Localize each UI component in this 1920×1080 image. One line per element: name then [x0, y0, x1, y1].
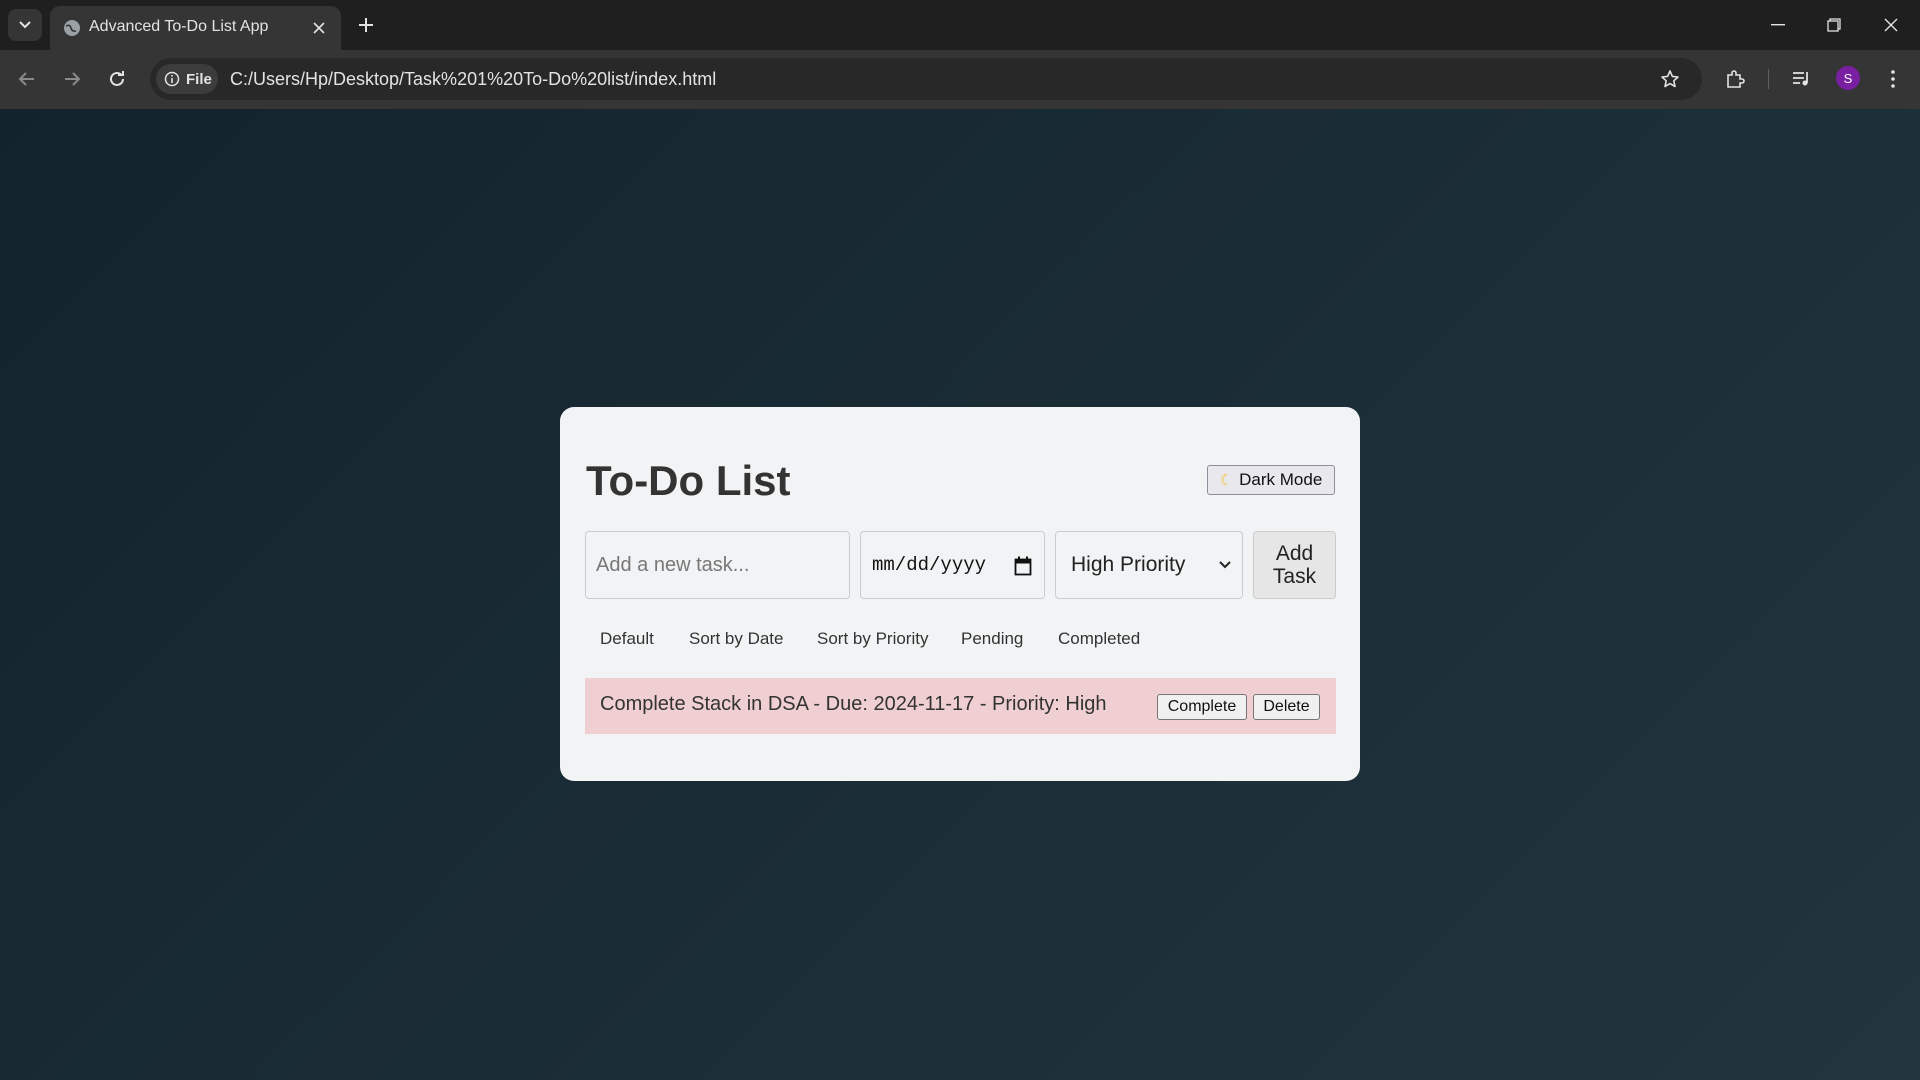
- back-button[interactable]: [10, 62, 44, 96]
- task-input-placeholder: Add a new task...: [596, 553, 750, 576]
- browser-menu-button[interactable]: [1876, 62, 1910, 96]
- close-icon: [313, 22, 325, 34]
- close-icon: [1884, 18, 1898, 32]
- complete-button[interactable]: Complete: [1157, 694, 1247, 720]
- todo-card: To-Do List ☾ Dark Mode Add a new task...…: [560, 407, 1360, 781]
- filter-completed[interactable]: Completed: [1058, 629, 1140, 649]
- profile-avatar[interactable]: S: [1836, 66, 1860, 90]
- close-window-button[interactable]: [1863, 0, 1919, 50]
- priority-selected-value: High Priority: [1071, 553, 1186, 576]
- task-input[interactable]: Add a new task...: [585, 531, 850, 599]
- chevron-down-icon: [19, 21, 31, 29]
- bookmark-button[interactable]: [1655, 64, 1685, 94]
- more-vertical-icon: [1891, 70, 1895, 88]
- restore-button[interactable]: [1806, 0, 1862, 50]
- task-item: Complete Stack in DSA - Due: 2024-11-17 …: [585, 678, 1336, 734]
- media-queue-icon: [1793, 72, 1808, 86]
- reload-button[interactable]: [100, 62, 134, 96]
- info-icon: [164, 71, 180, 87]
- address-bar[interactable]: File C:/Users/Hp/Desktop/Task%201%20To-D…: [150, 58, 1702, 100]
- browser-tab[interactable]: Advanced To-Do List App: [50, 6, 341, 50]
- toolbar-separator: [1768, 69, 1769, 89]
- globe-icon: [64, 20, 80, 36]
- add-task-button[interactable]: Add Task: [1253, 531, 1336, 599]
- extensions-button[interactable]: [1718, 62, 1752, 96]
- filter-pending[interactable]: Pending: [961, 629, 1023, 649]
- priority-select[interactable]: High Priority: [1055, 531, 1243, 599]
- tab-strip: Advanced To-Do List App: [0, 0, 1920, 50]
- browser-toolbar: File C:/Users/Hp/Desktop/Task%201%20To-D…: [0, 50, 1920, 109]
- app-title: To-Do List: [586, 457, 791, 504]
- media-controls-button[interactable]: [1784, 62, 1818, 96]
- complete-label: Complete: [1167, 698, 1237, 715]
- delete-button[interactable]: Delete: [1253, 694, 1320, 720]
- add-task-label: Add Task: [1272, 542, 1317, 588]
- tab-close-button[interactable]: [307, 16, 331, 40]
- filter-sort-by-date[interactable]: Sort by Date: [689, 629, 784, 649]
- arrow-right-icon: [65, 72, 81, 86]
- moon-icon: ☾: [1219, 472, 1234, 489]
- forward-button[interactable]: [55, 62, 89, 96]
- file-chip-label: File: [186, 70, 212, 88]
- date-placeholder: mm/dd/yyyy: [872, 554, 987, 576]
- tab-search-button[interactable]: [8, 9, 42, 41]
- page-viewport: To-Do List ☾ Dark Mode Add a new task...…: [0, 109, 1920, 1080]
- plus-icon: [359, 18, 373, 32]
- due-date-input[interactable]: mm/dd/yyyy: [860, 531, 1045, 599]
- minimize-icon: [1771, 24, 1785, 26]
- reload-icon: [110, 71, 124, 86]
- dark-mode-label: Dark Mode: [1239, 470, 1323, 489]
- delete-label: Delete: [1263, 698, 1310, 715]
- calendar-icon[interactable]: [1014, 556, 1032, 576]
- chevron-down-icon: [1219, 561, 1231, 569]
- site-info-chip[interactable]: File: [156, 64, 218, 94]
- dark-mode-toggle[interactable]: ☾ Dark Mode: [1207, 465, 1335, 495]
- puzzle-icon: [1727, 70, 1745, 88]
- url-text[interactable]: C:/Users/Hp/Desktop/Task%201%20To-Do%20l…: [230, 69, 716, 90]
- tab-title: Advanced To-Do List App: [89, 18, 269, 35]
- star-icon: [1661, 70, 1679, 88]
- new-tab-button[interactable]: [352, 11, 380, 39]
- filter-default[interactable]: Default: [600, 629, 654, 649]
- restore-icon: [1827, 18, 1841, 32]
- minimize-button[interactable]: [1750, 0, 1806, 50]
- filter-sort-by-priority[interactable]: Sort by Priority: [817, 629, 928, 649]
- arrow-left-icon: [18, 72, 34, 86]
- task-text: Complete Stack in DSA - Due: 2024-11-17 …: [600, 693, 1107, 715]
